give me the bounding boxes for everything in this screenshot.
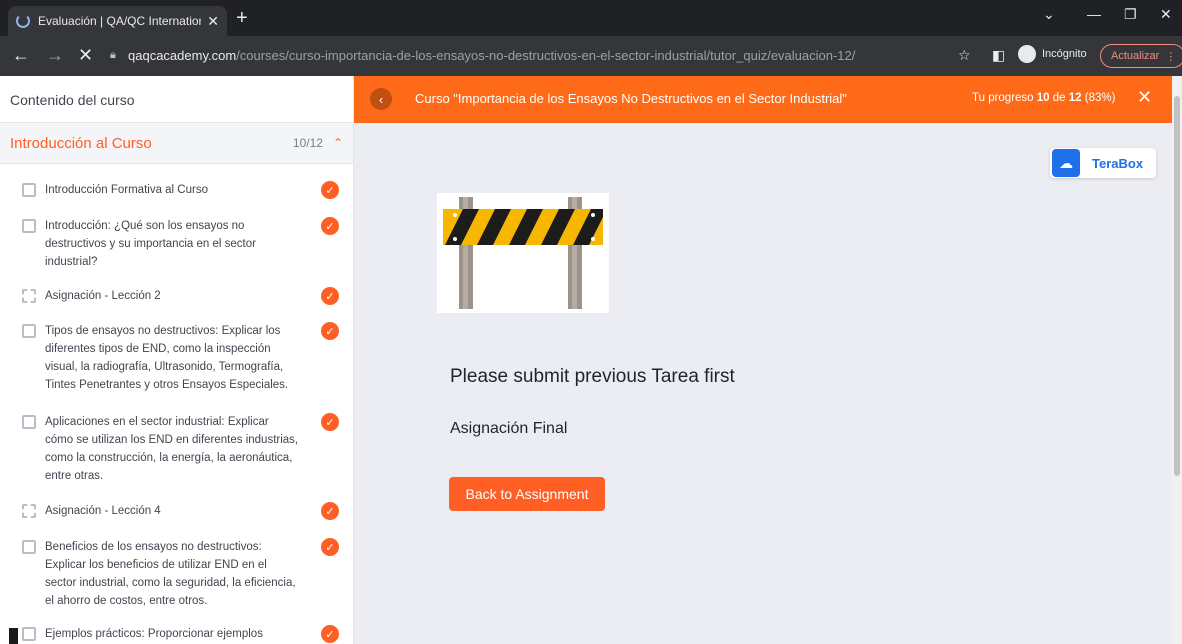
lesson-item[interactable]: Introducción: ¿Qué son los ensayos no de…	[22, 217, 344, 271]
document-icon	[22, 219, 36, 233]
document-icon	[22, 324, 36, 338]
cursor-marker	[9, 628, 18, 644]
address-bar[interactable]: 🔒︎ qaqcacademy.com /courses/curso-import…	[110, 41, 980, 69]
lesson-item[interactable]: Tipos de ensayos no destructivos: Explic…	[22, 322, 344, 394]
course-progress: Tu progreso 10 de 12 (83%)	[972, 92, 1116, 104]
url-host: qaqcacademy.com	[128, 47, 237, 63]
stop-icon[interactable]: ✕	[78, 46, 93, 64]
lesson-label: Tipos de ensayos no destructivos: Explic…	[45, 325, 289, 391]
update-button[interactable]: Actualizar ⋮	[1100, 44, 1182, 68]
incognito-icon	[1018, 45, 1036, 63]
close-icon[interactable]: ✕	[1137, 87, 1152, 108]
check-icon: ✓	[321, 502, 339, 520]
check-icon: ✓	[321, 181, 339, 199]
restore-icon[interactable]: ❐	[1124, 6, 1137, 23]
side-panel-icon[interactable]: ◧	[992, 47, 1005, 64]
check-icon: ✓	[321, 287, 339, 305]
lesson-label: Ejemplos prácticos: Proporcionar ejemplo…	[45, 628, 263, 640]
lesson-item[interactable]: Asignación - Lección 4 ✓	[22, 502, 344, 520]
browser-tab-bar: Evaluación | QA/QC International ✕ + ⌄ —…	[0, 0, 1182, 36]
lesson-item[interactable]: Beneficios de los ensayos no destructivo…	[22, 538, 344, 610]
update-label: Actualizar	[1111, 50, 1160, 62]
lesson-item[interactable]: Aplicaciones en el sector industrial: Ex…	[22, 413, 344, 485]
document-icon	[22, 183, 36, 197]
barrier-illustration	[437, 193, 609, 313]
lesson-item[interactable]: Ejemplos prácticos: Proporcionar ejemplo…	[22, 625, 344, 643]
check-icon: ✓	[321, 625, 339, 643]
assignment-icon	[22, 504, 36, 518]
check-icon: ✓	[321, 413, 339, 431]
check-icon: ✓	[321, 538, 339, 556]
bookmark-star-icon[interactable]: ☆	[958, 47, 971, 64]
window-close-icon[interactable]: ✕	[1160, 6, 1172, 23]
incognito-label: Incógnito	[1042, 48, 1087, 60]
terabox-label: TeraBox	[1092, 155, 1144, 171]
loading-icon	[16, 14, 30, 28]
browser-tab[interactable]: Evaluación | QA/QC International ✕	[8, 6, 227, 36]
url-path: /courses/curso-importancia-de-los-ensayo…	[236, 47, 856, 63]
lesson-label: Aplicaciones en el sector industrial: Ex…	[45, 416, 299, 482]
sidebar-heading: Contenido del curso	[0, 76, 353, 123]
topic-count: 10/12	[292, 136, 323, 150]
course-title: Curso "Importancia de los Ensayos No Des…	[415, 91, 847, 106]
course-header: ‹ Curso "Importancia de los Ensayos No D…	[354, 76, 1172, 123]
document-icon	[22, 415, 36, 429]
lock-icon: 🔒︎	[110, 48, 116, 61]
assignment-title: Asignación Final	[450, 420, 568, 437]
lesson-item[interactable]: Asignación - Lección 2 ✓	[22, 287, 344, 305]
forward-icon[interactable]: →	[46, 46, 64, 64]
check-icon: ✓	[321, 217, 339, 235]
menu-dots-icon[interactable]: ⋮	[1165, 50, 1176, 63]
chevron-up-icon[interactable]: ⌃	[333, 136, 343, 150]
back-to-assignment-button[interactable]: Back to Assignment	[449, 477, 605, 511]
assignment-icon	[22, 289, 36, 303]
construction-barrier-icon	[443, 197, 603, 309]
lesson-label: Introducción Formativa al Curso	[45, 184, 208, 196]
lesson-label: Asignación - Lección 4	[45, 505, 161, 517]
document-icon	[22, 627, 36, 641]
topic-title: Introducción al Curso	[10, 134, 152, 152]
tab-search-icon[interactable]: ⌄	[1043, 6, 1055, 23]
lesson-label: Beneficios de los ensayos no destructivo…	[45, 541, 296, 607]
check-icon: ✓	[321, 322, 339, 340]
page-scrollbar[interactable]	[1172, 76, 1182, 644]
scrollbar-thumb[interactable]	[1174, 96, 1180, 476]
back-arrow-icon[interactable]: ‹	[370, 88, 392, 110]
incognito-indicator[interactable]: Incógnito	[1018, 45, 1087, 63]
browser-toolbar: ← → ✕ 🔒︎ qaqcacademy.com /courses/curso-…	[0, 36, 1182, 76]
close-tab-icon[interactable]: ✕	[207, 13, 219, 30]
back-icon[interactable]: ←	[12, 46, 30, 64]
course-sidebar: Contenido del curso Introducción al Curs…	[0, 76, 354, 644]
tab-title: Evaluación | QA/QC International	[38, 14, 202, 28]
document-icon	[22, 540, 36, 554]
cloud-upload-icon: ☁	[1052, 149, 1080, 177]
lesson-item[interactable]: Introducción Formativa al Curso ✓	[22, 181, 344, 199]
submit-message: Please submit previous Tarea first	[450, 366, 735, 387]
lesson-label: Introducción: ¿Qué son los ensayos no de…	[45, 220, 256, 268]
minimize-icon[interactable]: —	[1087, 6, 1101, 22]
topic-header[interactable]: Introducción al Curso 10/12 ⌃	[0, 123, 353, 164]
new-tab-icon[interactable]: +	[236, 8, 248, 28]
lesson-label: Asignación - Lección 2	[45, 290, 161, 302]
terabox-button[interactable]: ☁ TeraBox	[1050, 148, 1156, 178]
